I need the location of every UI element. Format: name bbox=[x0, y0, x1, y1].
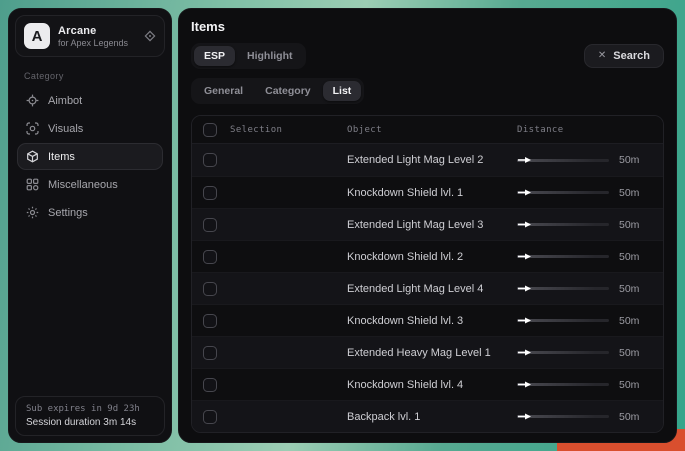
object-name: Extended Light Mag Level 2 bbox=[347, 154, 517, 166]
sidebar-item-label: Settings bbox=[48, 207, 88, 219]
distance-value: 50m bbox=[619, 379, 639, 391]
distance-slider[interactable] bbox=[517, 411, 609, 423]
eye-scan-icon bbox=[26, 122, 39, 135]
object-name: Backpack lvl. 1 bbox=[347, 411, 517, 423]
row-checkbox[interactable] bbox=[203, 186, 217, 200]
table-row: Extended Heavy Mag Level 1 50m bbox=[192, 336, 663, 368]
distance-slider[interactable] bbox=[517, 315, 609, 327]
search-button-label: Search bbox=[613, 50, 650, 62]
distance-value: 50m bbox=[619, 347, 639, 359]
table-row: Knockdown Shield lvl. 3 50m bbox=[192, 304, 663, 336]
session-duration-text: Session duration 3m 14s bbox=[26, 417, 154, 428]
distance-slider[interactable] bbox=[517, 379, 609, 391]
column-header-object: Object bbox=[347, 125, 517, 135]
sidebar-item-miscellaneous[interactable]: Miscellaneous bbox=[17, 171, 163, 198]
tab-category[interactable]: Category bbox=[255, 81, 321, 101]
items-table: Selection Object Distance Color Extended… bbox=[191, 115, 664, 433]
mode-tabs: ESP Highlight bbox=[191, 43, 306, 69]
row-checkbox[interactable] bbox=[203, 218, 217, 232]
row-checkbox[interactable] bbox=[203, 346, 217, 360]
sidebar-item-label: Aimbot bbox=[48, 95, 82, 107]
object-name: Knockdown Shield lvl. 4 bbox=[347, 379, 517, 391]
grid-icon bbox=[26, 178, 39, 191]
sidebar: A Arcane for Apex Legends Category Aimbo… bbox=[8, 8, 172, 443]
object-name: Extended Light Mag Level 3 bbox=[347, 219, 517, 231]
object-name: Knockdown Shield lvl. 1 bbox=[347, 187, 517, 199]
row-checkbox[interactable] bbox=[203, 250, 217, 264]
x-icon: ✕ bbox=[598, 51, 606, 61]
distance-slider[interactable] bbox=[517, 251, 609, 263]
distance-value: 50m bbox=[619, 219, 639, 231]
distance-value: 50m bbox=[619, 315, 639, 327]
table-row: Backpack lvl. 1 50m bbox=[192, 400, 663, 432]
box-icon bbox=[26, 150, 39, 163]
app-subtitle: for Apex Legends bbox=[58, 38, 136, 48]
tab-general[interactable]: General bbox=[194, 81, 253, 101]
tab-list[interactable]: List bbox=[323, 81, 362, 101]
row-checkbox[interactable] bbox=[203, 314, 217, 328]
distance-value: 50m bbox=[619, 187, 639, 199]
slider-thumb[interactable] bbox=[518, 157, 531, 164]
view-tabs: General Category List bbox=[191, 78, 364, 104]
sub-expiry-text: Sub expires in 9d 23h bbox=[26, 404, 154, 414]
select-all-checkbox[interactable] bbox=[203, 123, 217, 137]
sidebar-section-label: Category bbox=[24, 71, 165, 81]
distance-value: 50m bbox=[619, 411, 639, 423]
distance-slider[interactable] bbox=[517, 283, 609, 295]
column-header-selection: Selection bbox=[230, 125, 282, 135]
table-row: Knockdown Shield lvl. 2 50m bbox=[192, 240, 663, 272]
sidebar-item-label: Miscellaneous bbox=[48, 179, 118, 191]
object-name: Knockdown Shield lvl. 3 bbox=[347, 315, 517, 327]
table-row: Extended Light Mag Level 2 50m bbox=[192, 144, 663, 176]
object-name: Extended Light Mag Level 4 bbox=[347, 283, 517, 295]
main-panel: Items ESP Highlight ✕ Search General Cat… bbox=[178, 8, 677, 443]
row-checkbox[interactable] bbox=[203, 378, 217, 392]
table-row: Extended Light Mag Level 3 50m bbox=[192, 208, 663, 240]
sidebar-item-aimbot[interactable]: Aimbot bbox=[17, 87, 163, 114]
search-button[interactable]: ✕ Search bbox=[584, 44, 664, 68]
gear-icon bbox=[26, 206, 39, 219]
distance-slider[interactable] bbox=[517, 219, 609, 231]
pin-icon[interactable] bbox=[144, 30, 156, 42]
sidebar-item-items[interactable]: Items bbox=[17, 143, 163, 170]
distance-slider[interactable] bbox=[517, 187, 609, 199]
table-row: Knockdown Shield lvl. 4 50m bbox=[192, 368, 663, 400]
sidebar-item-label: Items bbox=[48, 151, 75, 163]
row-checkbox[interactable] bbox=[203, 282, 217, 296]
object-name: Knockdown Shield lvl. 2 bbox=[347, 251, 517, 263]
sidebar-item-visuals[interactable]: Visuals bbox=[17, 115, 163, 142]
app-logo: A bbox=[24, 23, 50, 49]
app-logo-card: A Arcane for Apex Legends bbox=[15, 15, 165, 57]
row-checkbox[interactable] bbox=[203, 410, 217, 424]
sidebar-item-label: Visuals bbox=[48, 123, 83, 135]
subscription-status-card: Sub expires in 9d 23h Session duration 3… bbox=[15, 396, 165, 436]
distance-value: 50m bbox=[619, 251, 639, 263]
tab-esp[interactable]: ESP bbox=[194, 46, 235, 66]
table-row: Extended Light Mag Level 4 50m bbox=[192, 272, 663, 304]
table-body: Extended Light Mag Level 2 50m Knockdown… bbox=[192, 144, 663, 432]
distance-value: 50m bbox=[619, 283, 639, 295]
tab-highlight[interactable]: Highlight bbox=[237, 46, 303, 66]
page-title: Items bbox=[191, 19, 664, 34]
object-name: Extended Heavy Mag Level 1 bbox=[347, 347, 517, 359]
table-row: Knockdown Shield lvl. 1 50m bbox=[192, 176, 663, 208]
crosshair-icon bbox=[26, 94, 39, 107]
column-header-distance: Distance bbox=[517, 125, 664, 135]
distance-slider[interactable] bbox=[517, 154, 609, 166]
app-name: Arcane bbox=[58, 25, 136, 37]
table-header-row: Selection Object Distance Color bbox=[192, 116, 663, 144]
distance-value: 50m bbox=[619, 154, 639, 166]
distance-slider[interactable] bbox=[517, 347, 609, 359]
sidebar-item-settings[interactable]: Settings bbox=[17, 199, 163, 226]
row-checkbox[interactable] bbox=[203, 153, 217, 167]
